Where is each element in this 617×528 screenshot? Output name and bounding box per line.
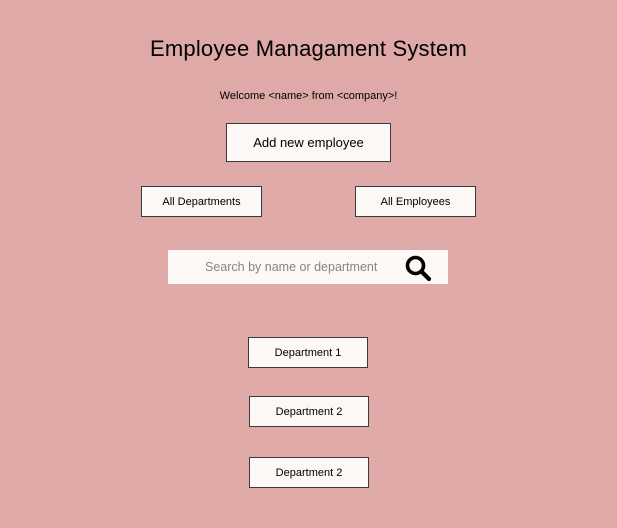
department-button[interactable]: Department 2 <box>249 457 369 488</box>
page-title: Employee Managament System <box>149 36 467 61</box>
welcome-message: Welcome <name> from <company>! <box>219 90 398 102</box>
department-button[interactable]: Department 1 <box>248 337 368 368</box>
all-employees-button[interactable]: All Employees <box>355 186 476 217</box>
search-bar <box>168 250 448 284</box>
add-new-employee-button[interactable]: Add new employee <box>226 123 391 162</box>
search-icon[interactable] <box>404 254 432 282</box>
department-button[interactable]: Department 2 <box>249 396 369 427</box>
search-input[interactable] <box>168 250 400 284</box>
all-departments-button[interactable]: All Departments <box>141 186 262 217</box>
